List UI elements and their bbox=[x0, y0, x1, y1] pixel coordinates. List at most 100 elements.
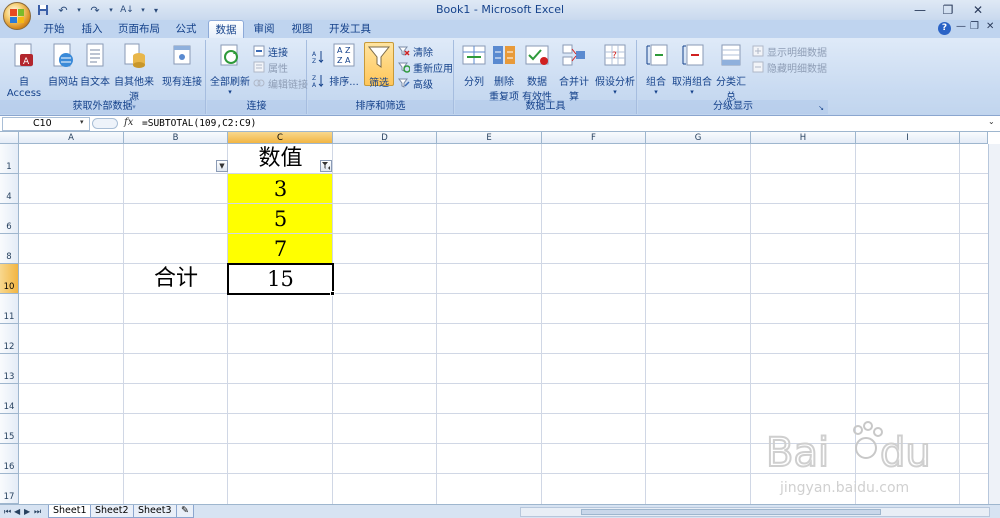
name-box[interactable]: C10 bbox=[2, 117, 90, 131]
filter-dropdown-c1-active-icon[interactable] bbox=[320, 160, 332, 172]
show-detail-icon bbox=[752, 45, 764, 57]
column-header-partial[interactable] bbox=[960, 132, 988, 144]
cell-b10-total-label[interactable]: 合计 bbox=[124, 264, 228, 294]
restore-button[interactable]: ❐ bbox=[932, 0, 964, 20]
reapply-filter-button[interactable]: 重新应用 bbox=[398, 60, 453, 75]
what-if-analysis-button[interactable]: ? 假设分析 ▾ bbox=[595, 42, 635, 96]
row-header-10[interactable]: 10 bbox=[0, 264, 19, 294]
cell-c6[interactable]: 5 bbox=[228, 204, 333, 234]
gridline bbox=[19, 203, 1000, 204]
row-header-14[interactable]: 14 bbox=[0, 384, 19, 414]
row-header-11[interactable]: 11 bbox=[0, 294, 19, 324]
data-validation-button[interactable]: 数据 有效性 bbox=[519, 42, 555, 103]
refresh-all-button[interactable]: 全部刷新 ▾ bbox=[209, 42, 251, 96]
horizontal-scroll-thumb[interactable] bbox=[581, 509, 881, 515]
close-button[interactable]: ✕ bbox=[962, 0, 994, 20]
row-header-12[interactable]: 12 bbox=[0, 324, 19, 354]
text-to-columns-button[interactable]: 分列 bbox=[459, 42, 489, 88]
office-button[interactable] bbox=[3, 2, 31, 30]
first-sheet-icon[interactable]: ⏮ bbox=[4, 507, 11, 517]
edit-links-button[interactable]: 编辑链接 bbox=[253, 76, 308, 91]
row-header-1[interactable]: 1 bbox=[0, 144, 19, 174]
from-access-button[interactable]: A 自 Access bbox=[4, 42, 44, 99]
column-header-e[interactable]: E bbox=[437, 132, 542, 144]
advanced-filter-button[interactable]: 高级 bbox=[398, 76, 433, 91]
tab-review[interactable]: 审阅 bbox=[248, 20, 280, 38]
show-detail-button[interactable]: 显示明细数据 bbox=[752, 44, 827, 59]
prev-sheet-icon[interactable]: ◀ bbox=[14, 507, 20, 516]
from-text-button[interactable]: 自文本 bbox=[80, 42, 110, 88]
row-header-4[interactable]: 4 bbox=[0, 174, 19, 204]
name-box-dropdown-icon[interactable]: ▾ bbox=[80, 118, 84, 126]
fill-handle[interactable] bbox=[330, 291, 335, 296]
filter-dropdown-b1-icon[interactable]: ▼ bbox=[216, 160, 228, 172]
tab-view[interactable]: 视图 bbox=[284, 20, 320, 38]
column-header-a[interactable]: A bbox=[19, 132, 124, 144]
from-web-button[interactable]: 自网站 bbox=[46, 42, 80, 88]
row-header-13[interactable]: 13 bbox=[0, 354, 19, 384]
cell-c8[interactable]: 7 bbox=[228, 234, 333, 264]
help-icon[interactable]: ? bbox=[938, 22, 951, 35]
sheet-tab-sheet2[interactable]: Sheet2 bbox=[90, 505, 134, 518]
worksheet-grid[interactable]: A B C D E F G H I 1 4 6 8 10 11 12 13 14… bbox=[0, 132, 1000, 504]
last-sheet-icon[interactable]: ⏭ bbox=[34, 507, 41, 517]
properties-button[interactable]: 属性 bbox=[253, 60, 288, 75]
row-header-15[interactable]: 15 bbox=[0, 414, 19, 444]
vertical-scrollbar[interactable] bbox=[988, 144, 1000, 504]
outline-dialog-launcher-icon[interactable]: ↘ bbox=[818, 104, 824, 112]
gridline bbox=[855, 144, 856, 504]
group-button[interactable]: 组合 ▾ bbox=[642, 42, 670, 96]
group-sort-filter-label: 排序和筛选 bbox=[308, 100, 453, 114]
what-if-dropdown-icon: ▾ bbox=[613, 88, 617, 96]
sheet-tab-sheet1[interactable]: Sheet1 bbox=[48, 505, 92, 518]
row-header-17[interactable]: 17 bbox=[0, 474, 19, 504]
tab-home[interactable]: 开始 bbox=[36, 20, 72, 38]
svg-text:?: ? bbox=[612, 51, 617, 61]
cell-c1-header[interactable]: 数值 bbox=[228, 144, 333, 174]
expand-formula-bar-icon[interactable]: ⌄ bbox=[988, 117, 995, 126]
select-all-corner[interactable] bbox=[0, 132, 19, 144]
column-header-i[interactable]: I bbox=[856, 132, 960, 144]
row-header-6[interactable]: 6 bbox=[0, 204, 19, 234]
column-header-d[interactable]: D bbox=[333, 132, 437, 144]
sort-a-z-icon[interactable]: AZ bbox=[312, 50, 324, 64]
next-sheet-icon[interactable]: ▶ bbox=[24, 507, 30, 516]
ribbon-restore-icon[interactable]: ❐ bbox=[970, 21, 979, 32]
consolidate-button[interactable]: 合并计算 bbox=[555, 42, 593, 103]
column-header-h[interactable]: H bbox=[751, 132, 856, 144]
filter-button[interactable]: 筛选 bbox=[364, 42, 394, 89]
ungroup-button[interactable]: 取消组合 ▾ bbox=[672, 42, 712, 96]
cell-c4[interactable]: 3 bbox=[228, 174, 333, 204]
sort-button[interactable]: AZZA 排序... bbox=[328, 42, 360, 88]
row-header-16[interactable]: 16 bbox=[0, 444, 19, 474]
group-connections: 全部刷新 ▾ 连接 属性 编辑链接 连接 bbox=[207, 40, 308, 114]
tab-developer[interactable]: 开发工具 bbox=[324, 20, 376, 38]
ribbon-minimize-icon[interactable]: — bbox=[956, 21, 966, 32]
column-header-f[interactable]: F bbox=[542, 132, 646, 144]
insert-function-icon[interactable]: fx bbox=[124, 117, 133, 128]
clear-filter-button[interactable]: 清除 bbox=[398, 44, 433, 59]
advanced-filter-label: 高级 bbox=[413, 79, 433, 91]
tab-insert[interactable]: 插入 bbox=[74, 20, 110, 38]
tab-page-layout[interactable]: 页面布局 bbox=[114, 20, 164, 38]
formula-bar: C10 ▾ fx =SUBTOTAL(109,C2:C9) ⌄ bbox=[0, 116, 1000, 132]
sheet-tab-sheet3[interactable]: Sheet3 bbox=[133, 505, 177, 518]
remove-duplicates-button[interactable]: 删除 重复项 bbox=[489, 42, 519, 103]
connections-button[interactable]: 连接 bbox=[253, 44, 288, 59]
properties-label: 属性 bbox=[268, 63, 288, 75]
tab-formulas[interactable]: 公式 bbox=[168, 20, 204, 38]
sort-z-a-icon[interactable]: ZA bbox=[312, 74, 324, 88]
formula-input[interactable]: =SUBTOTAL(109,C2:C9) bbox=[142, 118, 256, 129]
workbook-close-icon[interactable]: ✕ bbox=[986, 21, 994, 32]
row-header-8[interactable]: 8 bbox=[0, 234, 19, 264]
column-header-g[interactable]: G bbox=[646, 132, 751, 144]
formula-bar-toggle-icon[interactable] bbox=[92, 118, 118, 129]
existing-connections-button[interactable]: 现有连接 bbox=[162, 42, 202, 88]
column-header-b[interactable]: B bbox=[124, 132, 228, 144]
subtotal-button[interactable]: 分类汇总 bbox=[712, 42, 750, 103]
horizontal-scrollbar[interactable] bbox=[520, 507, 990, 517]
hide-detail-button[interactable]: 隐藏明细数据 bbox=[752, 60, 827, 75]
column-header-c[interactable]: C bbox=[228, 132, 333, 144]
insert-sheet-icon[interactable]: ✎ bbox=[176, 505, 194, 518]
tab-data[interactable]: 数据 bbox=[208, 20, 244, 39]
